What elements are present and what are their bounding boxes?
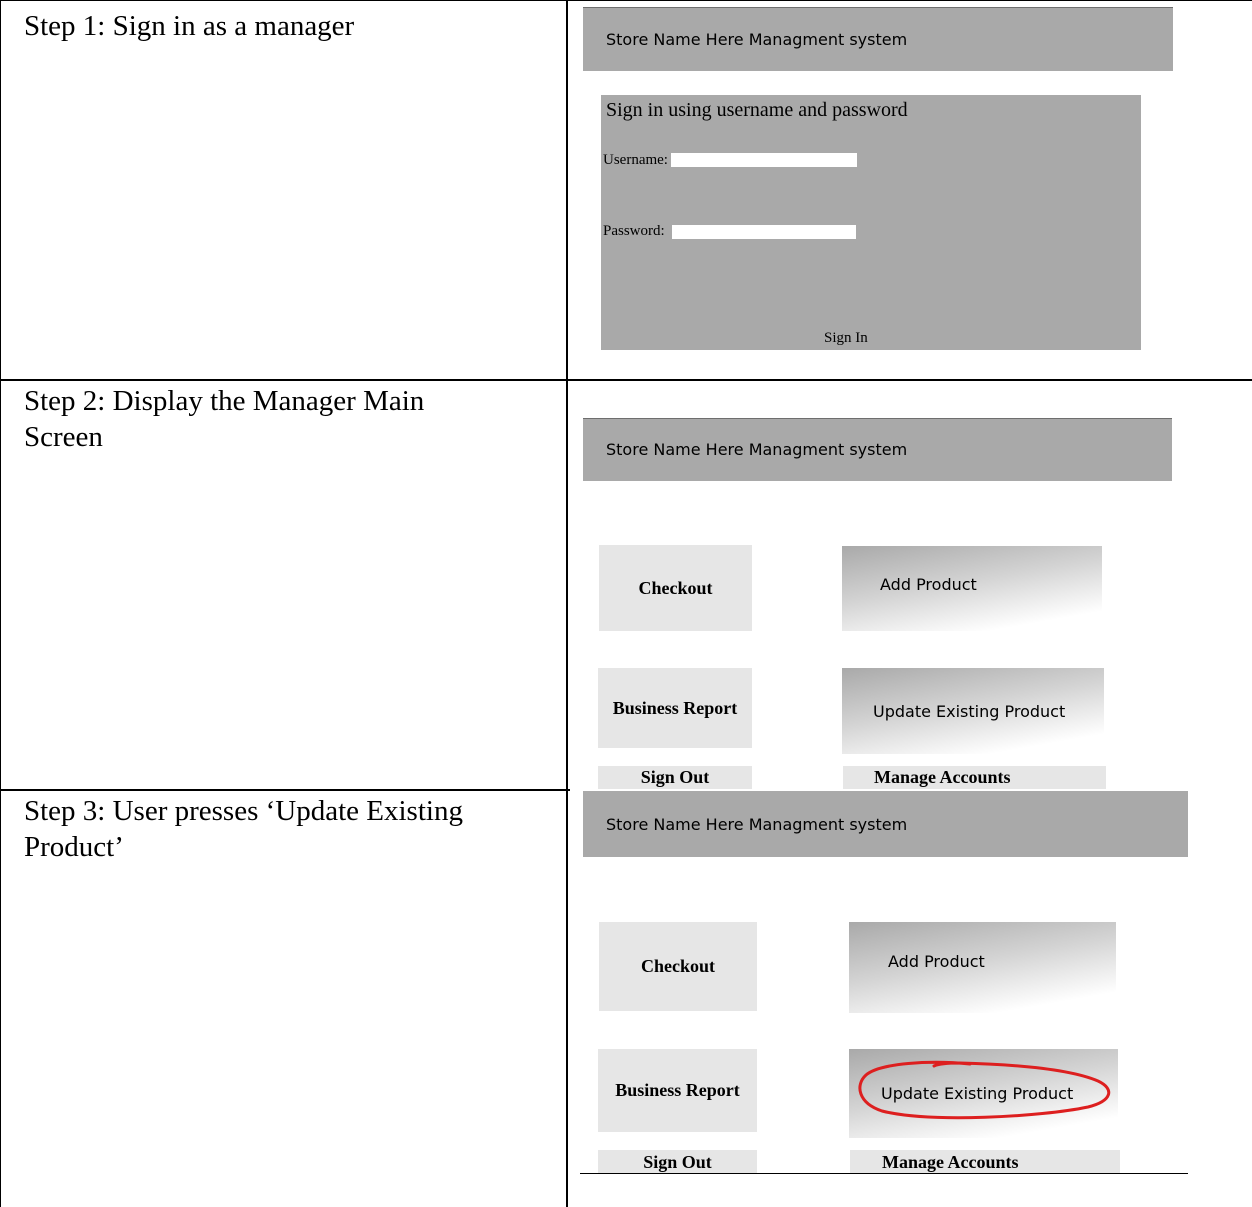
update-product-button[interactable]: Update Existing Product bbox=[842, 668, 1104, 754]
table-top-border bbox=[0, 0, 1252, 1]
step-2-label: Step 2: Display the Manager Main Screen bbox=[24, 385, 425, 453]
business-report-button[interactable]: Business Report bbox=[598, 668, 752, 748]
business-report-button[interactable]: Business Report bbox=[598, 1049, 757, 1132]
add-product-button[interactable]: Add Product bbox=[849, 922, 1116, 1013]
sign-out-button[interactable]: Sign Out bbox=[598, 1150, 757, 1174]
username-label: Username: bbox=[603, 152, 668, 168]
app-title: Store Name Here Managment system bbox=[606, 814, 908, 834]
table-row-divider-2 bbox=[0, 789, 570, 791]
signin-heading: Sign in using username and password bbox=[606, 99, 908, 121]
highlight-stroke bbox=[858, 1060, 1111, 1120]
signin-panel: Sign in using username and password User… bbox=[601, 95, 1141, 350]
checkout-button[interactable]: Checkout bbox=[599, 545, 752, 631]
app-title: Store Name Here Managment system bbox=[606, 440, 908, 459]
username-field[interactable] bbox=[671, 153, 857, 167]
screen-bottom-line bbox=[580, 1173, 1188, 1174]
manage-accounts-label: Manage Accounts bbox=[874, 767, 1011, 787]
step-3-label: Step 3: User presses ‘Update Existing Pr… bbox=[24, 795, 463, 863]
checkout-button[interactable]: Checkout bbox=[599, 922, 757, 1011]
highlight-circle-annotation bbox=[858, 1060, 1111, 1120]
password-label: Password: bbox=[603, 223, 665, 239]
table-row-divider-1 bbox=[0, 379, 1252, 381]
app-header: Store Name Here Managment system bbox=[583, 791, 1188, 857]
app-title: Store Name Here Managment system bbox=[606, 29, 908, 49]
password-field[interactable] bbox=[672, 225, 856, 239]
add-product-label: Add Product bbox=[880, 575, 977, 594]
step-1-label: Step 1: Sign in as a manager bbox=[24, 10, 355, 42]
app-header: Store Name Here Managment system bbox=[583, 418, 1172, 481]
manage-accounts-button[interactable]: Manage Accounts bbox=[843, 766, 1106, 789]
update-product-label: Update Existing Product bbox=[873, 701, 1066, 721]
manage-accounts-label: Manage Accounts bbox=[882, 1151, 1019, 1172]
table-left-border bbox=[0, 0, 1, 1207]
table-column-divider bbox=[566, 0, 568, 1207]
sign-out-button[interactable]: Sign Out bbox=[598, 766, 752, 789]
add-product-label: Add Product bbox=[888, 952, 985, 971]
manage-accounts-button[interactable]: Manage Accounts bbox=[850, 1150, 1120, 1174]
signin-button[interactable]: Sign In bbox=[824, 330, 868, 347]
app-header: Store Name Here Managment system bbox=[583, 7, 1173, 71]
add-product-button[interactable]: Add Product bbox=[842, 546, 1102, 631]
